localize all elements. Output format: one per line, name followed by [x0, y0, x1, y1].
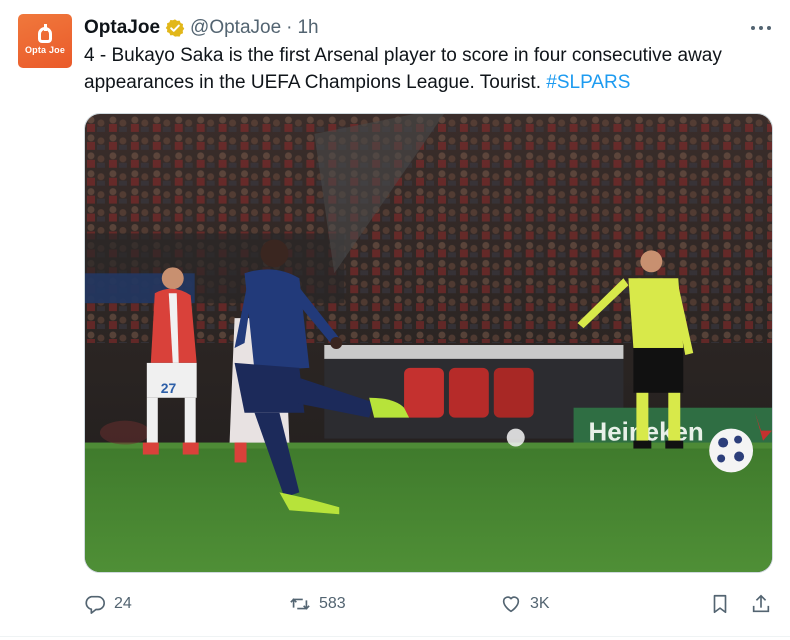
- display-name[interactable]: OptaJoe: [84, 17, 160, 39]
- opta-logo-icon: [38, 24, 52, 43]
- share-button[interactable]: [750, 590, 772, 618]
- share-icon: [752, 594, 770, 613]
- reply-button[interactable]: 24: [84, 590, 132, 618]
- hashtag-link[interactable]: #SLPARS: [546, 72, 630, 93]
- more-dot-icon: [767, 26, 771, 30]
- heart-icon: [502, 596, 520, 613]
- separator-dot: ·: [286, 17, 293, 38]
- reply-count: 24: [114, 595, 132, 612]
- reply-icon: [85, 595, 105, 614]
- more-dot-icon: [759, 26, 763, 30]
- tweet-actions: 24 583 3K: [84, 590, 774, 618]
- more-options-icon[interactable]: [748, 20, 774, 36]
- retweet-button[interactable]: 583: [289, 590, 346, 618]
- like-button[interactable]: 3K: [500, 590, 550, 618]
- tweet-photo[interactable]: Heineken 27: [84, 113, 773, 573]
- shirt-number-text: 27: [161, 380, 177, 396]
- bookmark-button[interactable]: [709, 590, 731, 618]
- avatar-brand-text: Opta Joe: [24, 45, 66, 55]
- match-photo: Heineken 27: [85, 114, 772, 572]
- more-dot-icon: [751, 26, 755, 30]
- retweet-count: 583: [319, 595, 346, 612]
- avatar[interactable]: Opta Joe: [18, 14, 72, 68]
- handle[interactable]: @OptaJoe: [190, 17, 281, 39]
- verified-badge-icon: [165, 19, 185, 37]
- bookmark-icon: [713, 594, 727, 614]
- like-count: 3K: [530, 595, 550, 612]
- timestamp[interactable]: 1h: [297, 17, 318, 39]
- match-ball: [709, 428, 754, 473]
- tweet[interactable]: Opta Joe OptaJoe @OptaJoe · 1h 4 - Bukay…: [0, 0, 790, 640]
- tweet-text: 4 - Bukayo Saka is the first Arsenal pla…: [84, 42, 784, 96]
- tweet-header: OptaJoe @OptaJoe · 1h: [84, 15, 319, 41]
- divider: [0, 636, 790, 637]
- retweet-icon: [290, 598, 310, 610]
